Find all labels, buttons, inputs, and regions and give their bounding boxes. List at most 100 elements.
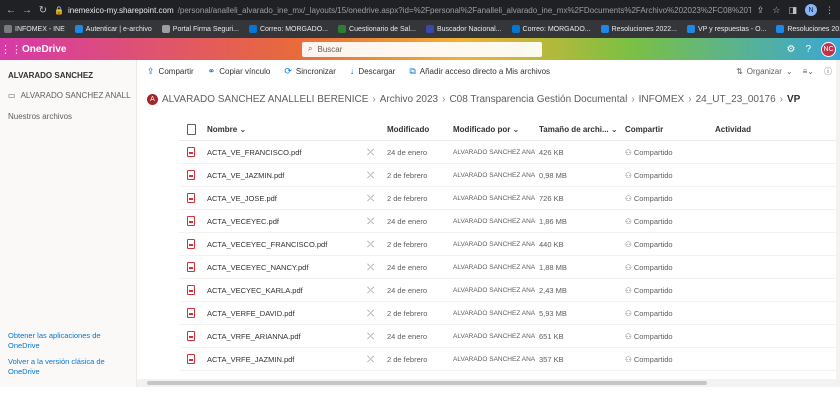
nav-item-my-files[interactable]: ▭ ALVARADO SANCHEZ ANALL [0,85,136,106]
column-modified-by[interactable]: Modificado por ⌄ [453,125,539,134]
file-modified-by: ALVARADO SANCHEZ ANA [453,355,536,363]
organize-label: Organizar [746,66,782,76]
lock-icon: 🔒 [54,5,64,15]
share-action-icon[interactable]: ⤫ [367,308,387,319]
share-action-icon[interactable]: ⤫ [367,216,387,227]
star-icon[interactable]: ☆ [772,5,780,16]
breadcrumb-separator-icon: › [442,94,446,105]
back-icon[interactable]: ← [6,5,16,16]
folder-icon: ▭ [8,91,16,100]
get-apps-link[interactable]: Obtener las aplicaciones de OneDrive [8,331,128,351]
breadcrumb-item[interactable]: Archivo 2023 [380,94,438,105]
download-button[interactable]: ↓ Descargar [350,66,395,76]
table-row[interactable]: ACTA_VE_JOSE.pdf ⤫ 2 de febrero ALVARADO SA… [179,187,840,210]
forward-icon[interactable]: → [22,5,32,16]
share-page-icon[interactable]: ⇪ [757,5,765,16]
bookmark-item[interactable]: Autenticar | e-archivo [74,25,152,33]
bookmark-label: Autenticar | e-archivo [85,25,152,33]
sidebar-icon[interactable]: ◨ [788,5,797,16]
file-sharing: ⚇ Compartido [625,240,715,249]
share-label: Compartir [158,66,194,76]
share-action-icon[interactable]: ⤫ [367,354,387,365]
file-name[interactable]: ACTA_VECYEC_KARLA.pdf [203,286,367,295]
file-sharing-label: Compartido [633,147,673,157]
share-action-icon[interactable]: ⤫ [367,193,387,204]
bookmark-item[interactable]: INFOMEX - INE [4,25,65,33]
file-name[interactable]: ACTA_VE_FRANCISCO.pdf [203,148,367,157]
address-bar[interactable]: 🔒 inemexico-my.sharepoint.com/personal/a… [54,6,751,15]
table-row[interactable]: ACTA_VECEYEC_FRANCISCO.pdf ⤫ 2 de febrero A… [179,233,840,256]
share-action-icon[interactable]: ⤫ [367,170,387,181]
sync-icon: ⟳ [284,65,292,76]
file-name[interactable]: ACTA_VERFE_DAVID.pdf [203,309,367,318]
share-action-icon[interactable]: ⤫ [367,239,387,250]
file-sharing-label: Compartido [633,308,673,318]
search-box[interactable]: ⌕ Buscar [302,41,542,57]
column-size[interactable]: Tamaño de archi... ⌄ [539,125,625,134]
share-action-icon[interactable]: ⤫ [367,262,387,273]
profile-avatar[interactable]: N [805,4,817,16]
bookmark-item[interactable]: Correo: MORGADO... [248,25,328,33]
bookmark-item[interactable]: Buscador Nacional... [425,25,502,33]
menu-kebab-icon[interactable]: ⋮ [825,5,834,16]
settings-icon[interactable]: ⚙ [786,44,795,55]
file-name[interactable]: ACTA_VRFE_ARIANNA.pdf [203,332,367,341]
file-name[interactable]: ACTA_VE_JOSE.pdf [203,194,367,203]
share-action-icon[interactable]: ⤫ [367,285,387,296]
file-name[interactable]: ACTA_VE_JAZMIN.pdf [203,171,367,180]
share-action-icon[interactable]: ⤫ [367,147,387,158]
file-name[interactable]: ACTA_VECEYEC.pdf [203,217,367,226]
bookmark-item[interactable]: Portal Firma Seguri... [161,25,239,33]
people-icon: ⚇ [625,239,634,249]
app-name[interactable]: OneDrive [22,44,142,55]
pdf-file-icon [187,170,195,180]
copy-link-button[interactable]: ⚭ Copiar vínculo [208,66,271,77]
suite-header: ⋮⋮ OneDrive ⌕ Buscar ⚙ ? NC [0,38,840,60]
vertical-scrollbar[interactable] [836,60,840,387]
breadcrumb-item[interactable]: ALVARADO SANCHEZ ANALLELI BERENICE [162,94,368,105]
table-row[interactable]: ACTA_VRFE_JAZMIN.pdf ⤫ 2 de febrero ALVARAD… [179,348,840,371]
breadcrumb-item[interactable]: 24_UT_23_00176 [696,94,776,105]
reload-icon[interactable]: ↻ [38,5,48,16]
scrollbar-thumb[interactable] [147,381,707,385]
bookmark-item[interactable]: Resoluciones 2022... [600,25,677,33]
bookmark-item[interactable]: Cuestionario de Sal... [338,25,416,33]
info-icon[interactable]: ⓘ [824,66,832,77]
sync-button[interactable]: ⟳ Sincronizar [284,66,336,77]
table-row[interactable]: ACTA_VECEYEC.pdf ⤫ 24 de enero ALVARADO SAN… [179,210,840,233]
table-row[interactable]: ACTA_VECYEC_KARLA.pdf ⤫ 24 de enero ALVARAD… [179,279,840,302]
file-size: 357 KB [539,354,564,364]
table-row[interactable]: ACTA_VERFE_DAVID.pdf ⤫ 2 de febrero ALVARAD… [179,302,840,325]
nav-item-shared-files[interactable]: Nuestros archivos [0,106,136,127]
table-row[interactable]: ACTA_VRFE_ARIANNA.pdf ⤫ 24 de enero ALVARAD… [179,325,840,348]
bookmark-label: Correo: MORGADO... [522,25,591,33]
classic-view-link[interactable]: Volver a la versión clásica de OneDrive [8,357,128,377]
share-button[interactable]: ⇪ Compartir [147,66,194,77]
horizontal-scrollbar[interactable] [137,379,840,387]
organize-button[interactable]: ⇅ Organizar ⌄ [736,67,793,76]
column-activity[interactable]: Actividad [715,125,785,134]
bookmark-item[interactable]: VP y respuestas - O... [687,25,766,33]
column-modified[interactable]: Modificado [387,125,453,134]
help-icon[interactable]: ? [805,44,811,55]
pdf-file-icon [187,308,195,318]
share-action-icon[interactable]: ⤫ [367,331,387,342]
table-row[interactable]: ACTA_VECEYEC_NANCY.pdf ⤫ 24 de enero ALVARA… [179,256,840,279]
file-modified: 2 de febrero [387,239,428,249]
file-name[interactable]: ACTA_VECEYEC_NANCY.pdf [203,263,367,272]
add-shortcut-button[interactable]: ⧉ Añadir acceso directo a Mis archivos [409,66,550,77]
bookmark-item[interactable]: Correo: MORGADO... [511,25,591,33]
table-row[interactable]: ACTA_VE_FRANCISCO.pdf ⤫ 24 de enero ALVARAD… [179,141,840,164]
column-sharing[interactable]: Compartir [625,125,715,134]
view-options-icon[interactable]: ≡⌄ [803,67,814,76]
file-name[interactable]: ACTA_VRFE_JAZMIN.pdf [203,355,367,364]
bookmark-item[interactable]: Resoluciones 2019... [776,25,840,33]
nav-item-label: ALVARADO SANCHEZ ANALL [20,91,131,100]
breadcrumb-item[interactable]: C08 Transparencia Gestión Documental [449,94,627,105]
file-name[interactable]: ACTA_VECEYEC_FRANCISCO.pdf [203,240,367,249]
table-row[interactable]: ACTA_VE_JAZMIN.pdf ⤫ 2 de febrero ALVARADO … [179,164,840,187]
breadcrumb-item[interactable]: INFOMEX [639,94,685,105]
app-launcher-icon[interactable]: ⋮⋮ [0,38,22,60]
user-avatar[interactable]: NC [821,41,836,57]
column-name[interactable]: Nombre ⌄ [203,125,367,134]
